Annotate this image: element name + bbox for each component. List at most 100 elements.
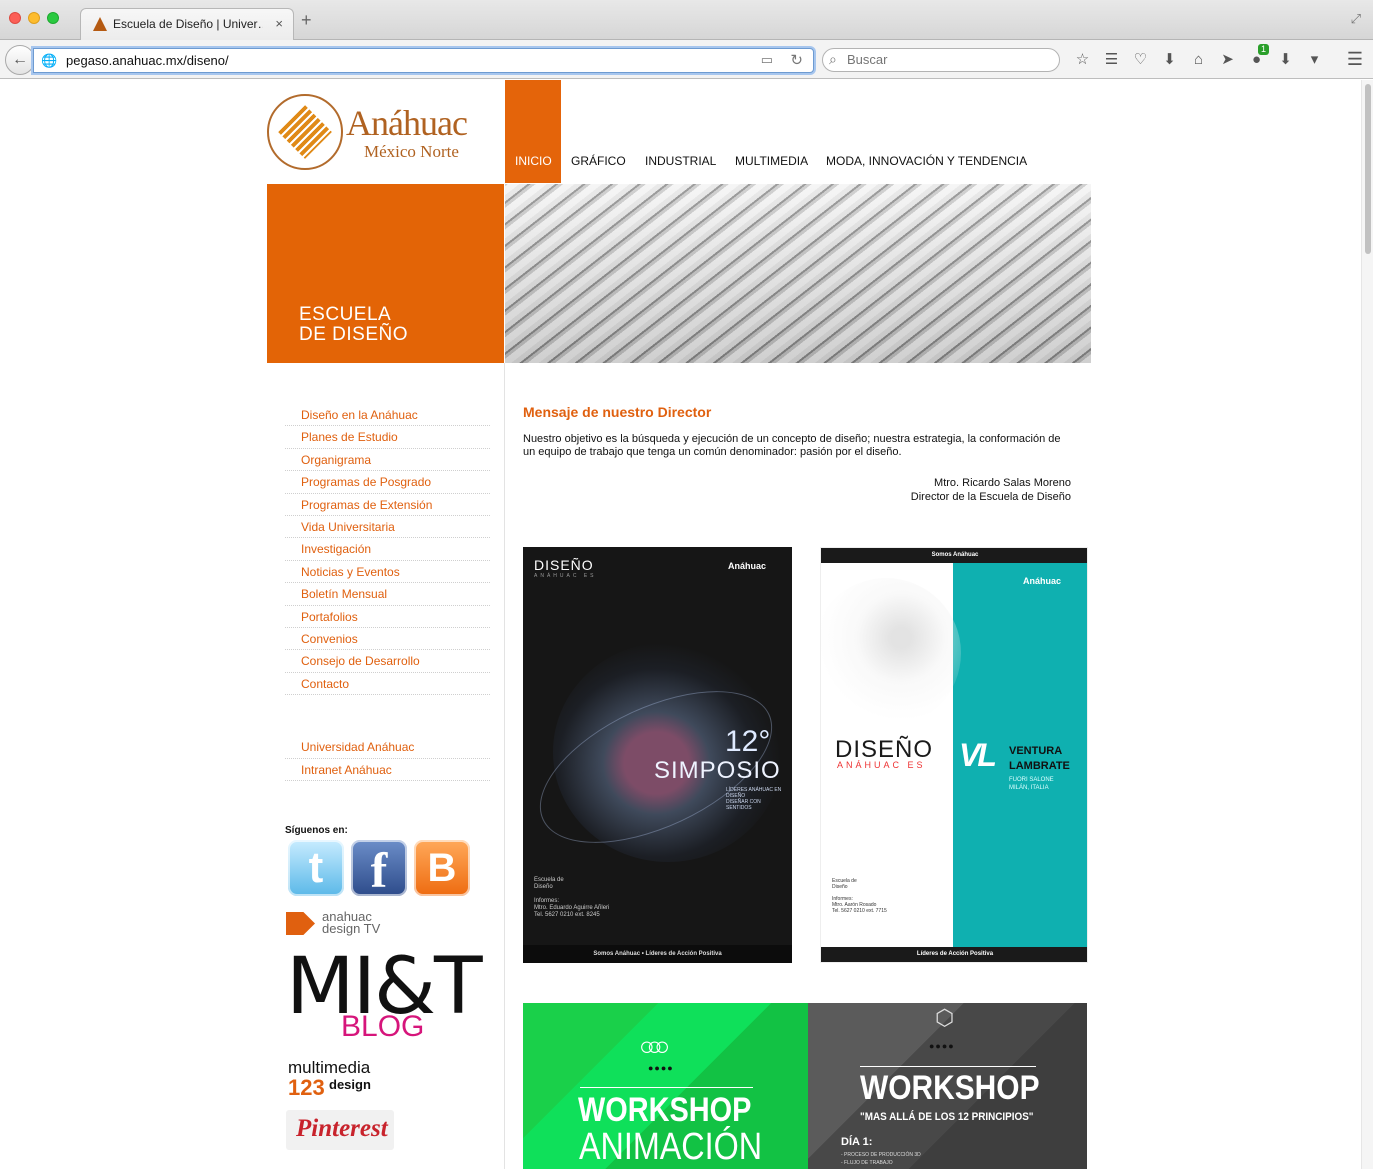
poster-edition-number: 12° [725,725,771,758]
workshop-12-principios-poster[interactable]: ⬡ ●●●● WORKSHOP "MAS ALLÁ DE LOS 12 PRIN… [808,1003,1087,1169]
sidebar-item-universidad[interactable]: Universidad Anáhuac [285,736,490,759]
sidebar-item-convenios[interactable]: Convenios [285,628,490,651]
follow-label: Síguenos en: [285,825,348,836]
browser-tab[interactable]: Escuela de Diseño | Univer… × [80,8,294,40]
director-message-body: Nuestro objetivo es la búsqueda y ejecuc… [523,433,1061,458]
sidebar-item-posgrado[interactable]: Programas de Posgrado [285,471,490,494]
tab-title: Escuela de Diseño | Univer… [113,17,263,31]
fullscreen-icon[interactable]: ⤢ [1351,11,1361,27]
director-signature: Mtro. Ricardo Salas Moreno Director de l… [780,477,1071,504]
sidebar-item-vida[interactable]: Vida Universitaria [285,516,490,539]
poster-simposio-word: SIMPOSIO [654,757,781,784]
sidebar-item-boletin[interactable]: Boletín Mensual [285,583,490,606]
university-seal-icon [267,94,343,170]
hero-image [505,184,1091,363]
design-tv-label: anahuac design TV [322,909,381,936]
zoom-window-button[interactable] [47,12,59,24]
poster3-animacion: ANIMACIÓN [579,1126,763,1168]
multimedia-number: 123 [288,1075,325,1100]
poster2-swirl-graphic [821,578,961,728]
anahuac-logo[interactable]: Anáhuac México Norte [267,94,497,174]
sidebar-item-contacto[interactable]: Contacto [285,673,490,696]
poster2-top-band: Somos Anáhuac [821,548,1087,563]
nav-industrial[interactable]: INDUSTRIAL [645,154,716,168]
simposio-poster[interactable]: DISEÑO ANÁHUAC ES Anáhuac 12° SIMPOSIO L… [523,547,792,963]
sidebar-item-diseno[interactable]: Diseño en la Anáhuac [285,404,490,427]
poster-anahuac-logo: Anáhuac [728,561,767,571]
nav-inicio[interactable]: INICIO [505,80,561,183]
nav-inicio-label: INICIO [515,154,552,168]
sidebar-item-intranet[interactable]: Intranet Anáhuac [285,759,490,781]
navigation-toolbar: ← 🌐 pegaso.anahuac.mx/diseno/ ▭ ↻ ⌕ ☆ ☰ … [0,40,1373,79]
mit-blog-label: BLOG [341,1010,425,1043]
globe-icon: 🌐 [41,53,58,68]
close-window-button[interactable] [9,12,21,24]
reader-view-icon[interactable]: ▭ [761,52,773,68]
mit-blog-link[interactable]: MI&T BLOG [286,942,483,1044]
poster2-location: FUORI SALONE MILÁN, ITALIA [1009,777,1054,791]
poster-diseno-title: DISEÑO [534,557,594,573]
send-icon[interactable]: ➤ [1213,49,1242,71]
nav-moda[interactable]: MODA, INNOVACIÓN Y TENDENCIA [826,154,1027,168]
nav-grafico[interactable]: GRÁFICO [571,154,626,168]
new-tab-button[interactable]: + [301,11,312,29]
sidebar-item-extension[interactable]: Programas de Extensión [285,494,490,516]
sidebar-item-noticias[interactable]: Noticias y Eventos [285,561,490,584]
anahuac-design-tv-link[interactable]: anahuac design TV [286,909,396,937]
download-arrow-icon[interactable]: ⬇ [1271,49,1300,71]
back-button[interactable]: ← [5,45,35,75]
hamburger-menu-icon[interactable]: ☰ [1347,49,1363,70]
page-scrollbar[interactable] [1361,80,1373,1169]
sidebar-item-consejo[interactable]: Consejo de Desarrollo [285,650,490,673]
blogger-icon[interactable]: B [414,840,470,896]
poster2-ventura-lambrate: VENTURA LAMBRATE [1009,745,1070,772]
search-bar[interactable]: ⌕ [822,48,1060,72]
search-input[interactable] [847,52,1047,67]
workshop-animacion-poster[interactable]: ○○○ ●●●● WORKSHOP ANIMACIÓN [523,1003,808,1169]
poster2-footer-band: Líderes de Acción Positiva [821,947,1087,962]
chevron-down-icon[interactable]: ▾ [1300,49,1329,71]
sidebar-external-links: Universidad Anáhuac Intranet Anáhuac [285,736,490,781]
poster-anahuac-es: ANÁHUAC ES [534,573,597,579]
scroll-thumb[interactable] [1365,84,1371,254]
sidebar-item-investigacion[interactable]: Investigación [285,538,490,561]
url-text[interactable]: pegaso.anahuac.mx/diseno/ [66,53,229,68]
poster-footer-band: Somos Anáhuac • Líderes de Acción Positi… [523,945,792,963]
pocket-icon[interactable]: ♡ [1126,49,1155,71]
downloads-icon[interactable]: ⬇ [1155,49,1184,71]
logo-subtitle: México Norte [364,142,459,161]
rings-icon: ○○○ [639,1031,670,1061]
home-icon[interactable]: ⌂ [1184,49,1213,71]
facebook-icon[interactable]: f [351,840,407,898]
poster-tagline: LÍDERES ANÁHUAC EN DISEÑO DISEÑAR CON SE… [726,787,782,811]
cube-icon: ⬡ [935,1005,955,1030]
toolbar-icons: ☆ ☰ ♡ ⬇ ⌂ ➤ ● 1 ⬇ ▾ [1068,44,1329,71]
ventura-lambrate-poster[interactable]: Somos Anáhuac Anáhuac DISEÑO ANÁHUAC ES … [820,547,1088,963]
pinterest-link[interactable]: Pinterest [286,1110,394,1150]
url-bar[interactable]: 🌐 pegaso.anahuac.mx/diseno/ ▭ ↻ [33,48,814,73]
sidebar-item-organigrama[interactable]: Organigrama [285,449,490,472]
poster2-info: Escuela de Diseño Informes: Mtro. Aarón … [832,878,887,914]
close-tab-icon[interactable]: × [275,16,283,31]
twitter-icon[interactable]: t [288,840,344,896]
sidebar-item-planes[interactable]: Planes de Estudio [285,426,490,449]
bookmarks-list-icon[interactable]: ☰ [1097,49,1126,71]
poster4-rule [860,1066,1036,1067]
poster3-rule [580,1087,753,1088]
hero-banner: ESCUELA DE DISEÑO [267,184,504,363]
poster4-workshop: WORKSHOP [860,1069,1040,1107]
multimedia-123-design-link[interactable]: multimedia 123 design [288,1058,398,1100]
window-titlebar: Escuela de Diseño | Univer… × + ⤢ [0,0,1373,40]
sidebar-item-portafolios[interactable]: Portafolios [285,606,490,628]
bookmark-star-icon[interactable]: ☆ [1068,49,1097,71]
site-favicon-icon [93,17,107,31]
poster2-vl-mark: VL [959,737,997,773]
poster4-list: - PROCESO DE PRODUCCIÓN 3D - FLUJO DE TR… [841,1152,921,1166]
director-role: Director de la Escuela de Diseño [910,490,1071,503]
extension-icon[interactable]: ● 1 [1242,44,1271,71]
director-name: Mtro. Ricardo Salas Moreno [934,477,1071,489]
poster-info: Escuela de Diseño Informes: Mtro. Eduard… [534,877,610,918]
minimize-window-button[interactable] [28,12,40,24]
nav-multimedia[interactable]: MULTIMEDIA [735,154,808,168]
reload-icon[interactable]: ↻ [790,51,803,69]
